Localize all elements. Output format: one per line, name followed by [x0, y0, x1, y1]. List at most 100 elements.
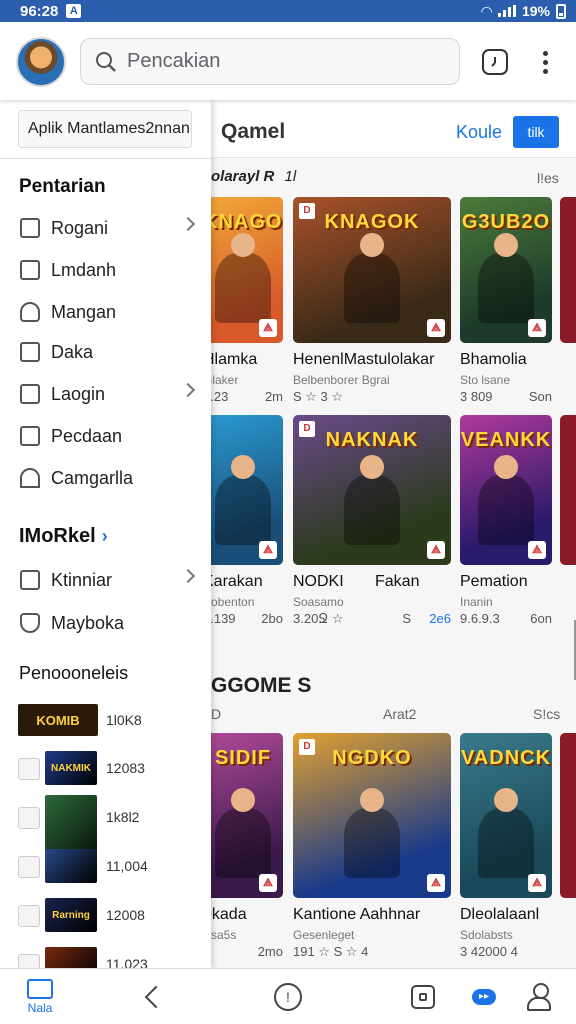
- game-cover[interactable]: KNAGOKE ⟁: [211, 197, 283, 343]
- drawer-item-label: Laogin: [51, 383, 106, 404]
- game-name: Pemation: [460, 573, 528, 590]
- market-section-title[interactable]: IMoRkel ›: [19, 525, 108, 548]
- games-section-see-all[interactable]: S!cs: [533, 706, 560, 722]
- game-card[interactable]: VEANKK ⟁ Pemation Inanin 9.6.9.3 6on: [460, 415, 552, 629]
- drawer-item[interactable]: Pecdaan: [0, 416, 211, 456]
- page-title: Qamel: [221, 120, 286, 143]
- market-item[interactable]: Ktinniar: [0, 560, 211, 600]
- game-cover: [45, 849, 97, 883]
- rating-badge-icon: ⟁: [259, 319, 277, 337]
- drawer-item[interactable]: Camgarlla: [0, 458, 211, 498]
- game-cover-partial[interactable]: [560, 415, 576, 565]
- nav-circle-button[interactable]: !: [272, 969, 304, 1024]
- game-name: Hlamka: [211, 351, 258, 368]
- section-see-all[interactable]: l!es: [537, 170, 559, 186]
- box-icon: [20, 384, 40, 404]
- history-icon[interactable]: [482, 49, 508, 75]
- search-bar[interactable]: [80, 38, 460, 85]
- game-name: Dleolalaanl: [460, 906, 540, 923]
- game-cover[interactable]: G3UB2O ⟁: [460, 197, 552, 343]
- game-cover[interactable]: VEANKK ⟁: [460, 415, 552, 565]
- drawer-header-button[interactable]: Aplik Mantlames2nnan: [18, 110, 192, 148]
- drawer-item[interactable]: Laogin: [0, 374, 211, 414]
- drawer-item-label: Daka: [51, 341, 94, 362]
- game-card[interactable]: KNAGOKE ⟁Hlamka Glaker 4.23 2m: [211, 197, 283, 407]
- search-icon: [96, 51, 116, 72]
- game-cover-partial[interactable]: [560, 197, 576, 343]
- nav-home-button[interactable]: Nala: [18, 969, 62, 1024]
- home-icon: [27, 979, 53, 999]
- box-icon: [20, 426, 40, 446]
- game-cover[interactable]: KNAGOK D ⟁: [293, 197, 451, 343]
- game-cover[interactable]: ⟁: [211, 415, 283, 565]
- recent-game-item[interactable]: 11,023: [0, 944, 211, 968]
- game-size: Son: [528, 389, 552, 404]
- back-icon: [144, 985, 168, 1009]
- games-section-count: Arat2: [383, 706, 417, 722]
- battery-text: 19%: [521, 3, 550, 19]
- game-card[interactable]: NGDKO D ⟁ Kantione Aahhnar Gesenleget 191 ☆ S…: [293, 733, 451, 962]
- game-meta: 3.20Ջ ☆ S 2e6: [293, 611, 451, 627]
- game-developer: Sdolabsts: [460, 928, 513, 942]
- game-developer: Esa5s: [211, 928, 237, 942]
- nav-square-button[interactable]: [409, 969, 437, 1024]
- drawer-item[interactable]: Daka: [0, 332, 211, 372]
- game-name-secondary: Fakan: [375, 573, 420, 590]
- game-cover-partial[interactable]: [560, 733, 576, 898]
- game-name: HenenlMastulolakar: [293, 351, 435, 368]
- chevron-right-icon: [180, 382, 196, 398]
- nav-play-button[interactable]: ▸▸: [470, 969, 498, 1024]
- cover-title: NGDKO: [332, 747, 412, 769]
- drawer-item-label: Lmdanh: [51, 259, 117, 280]
- recent-game-item[interactable]: NAKMIK 12083: [0, 748, 211, 788]
- game-card[interactable]: G3UB2O ⟁ Bhamolia Sto lsane 3 809 Son: [460, 197, 552, 407]
- more-options-icon[interactable]: [532, 49, 558, 75]
- recent-game-item[interactable]: Rarning 12008: [0, 895, 211, 935]
- recent-game-item[interactable]: 11,004: [0, 846, 211, 886]
- app-notification-icon: A: [66, 4, 82, 18]
- recent-item-value: 1k8l2: [106, 809, 140, 825]
- cover-title: KNAGOK: [324, 211, 420, 233]
- game-card[interactable]: VADNCK ⟁ Dleolalaanl Sdolabsts 3 42000 4: [460, 733, 552, 962]
- drawer-item[interactable]: Rogani: [0, 208, 211, 248]
- drawer-item-label: Mangan: [51, 301, 117, 322]
- nav-back-button[interactable]: [138, 969, 168, 1024]
- top-app-bar: [0, 22, 576, 100]
- game-cover[interactable]: VADNCK ⟁: [460, 733, 552, 898]
- game-developer: Belbenborer Bgrai: [293, 373, 390, 387]
- game-card[interactable]: NAKNAK D ⟁ NODKI Fakan Soasamo 3.20Ջ ☆ S 2e6: [293, 415, 451, 629]
- recent-game-item[interactable]: KOMIB 1l0K8: [0, 700, 211, 740]
- cover-title: VEANKK: [460, 429, 552, 451]
- game-developer: Gesenleget: [293, 928, 355, 942]
- game-rating: S ☆ 3 ☆: [293, 389, 344, 404]
- drawer-item[interactable]: Mangan: [0, 292, 211, 332]
- game-size: 2m: [264, 389, 283, 404]
- search-input[interactable]: [127, 50, 427, 73]
- recent-game-item[interactable]: 1k8l2: [0, 795, 211, 881]
- game-cover[interactable]: NAKNAK D ⟁: [293, 415, 451, 565]
- character-art: [215, 788, 271, 878]
- game-card[interactable]: ⟁ Karakan Sobenton 6.139 2bo: [211, 415, 283, 629]
- game-card[interactable]: KNAGOK D ⟁ HenenlMastulolakar Belbenborer Bg…: [293, 197, 451, 407]
- game-cover[interactable]: NGDKO D ⟁: [293, 733, 451, 898]
- drawer-item-label: Rogani: [51, 217, 109, 238]
- recent-apps-icon: [411, 985, 435, 1009]
- chevron-right-icon: [180, 568, 196, 584]
- avatar[interactable]: [16, 37, 66, 87]
- header-action-button[interactable]: tilk: [513, 116, 559, 148]
- drawer-item-label: Pecdaan: [51, 425, 123, 446]
- signal-icon: [497, 5, 516, 17]
- game-cover[interactable]: SIDIF ⟁: [211, 733, 283, 898]
- publisher-icon: D: [299, 203, 315, 219]
- status-bar: 96:28 A ◠ 19%: [0, 0, 576, 22]
- play-icon: ▸▸: [472, 989, 496, 1005]
- game-card[interactable]: SIDIF ⟁ okada Esa5s 42mo: [211, 733, 283, 962]
- character-art: [478, 788, 534, 878]
- header-link[interactable]: Koule: [456, 122, 502, 143]
- market-item[interactable]: Mayboka: [0, 603, 211, 643]
- character-art: [215, 233, 271, 323]
- nav-profile-button[interactable]: [526, 969, 552, 1024]
- game-developer: Inanin: [460, 595, 493, 609]
- rating-badge-icon: ⟁: [427, 541, 445, 559]
- drawer-item[interactable]: Lmdanh: [0, 250, 211, 290]
